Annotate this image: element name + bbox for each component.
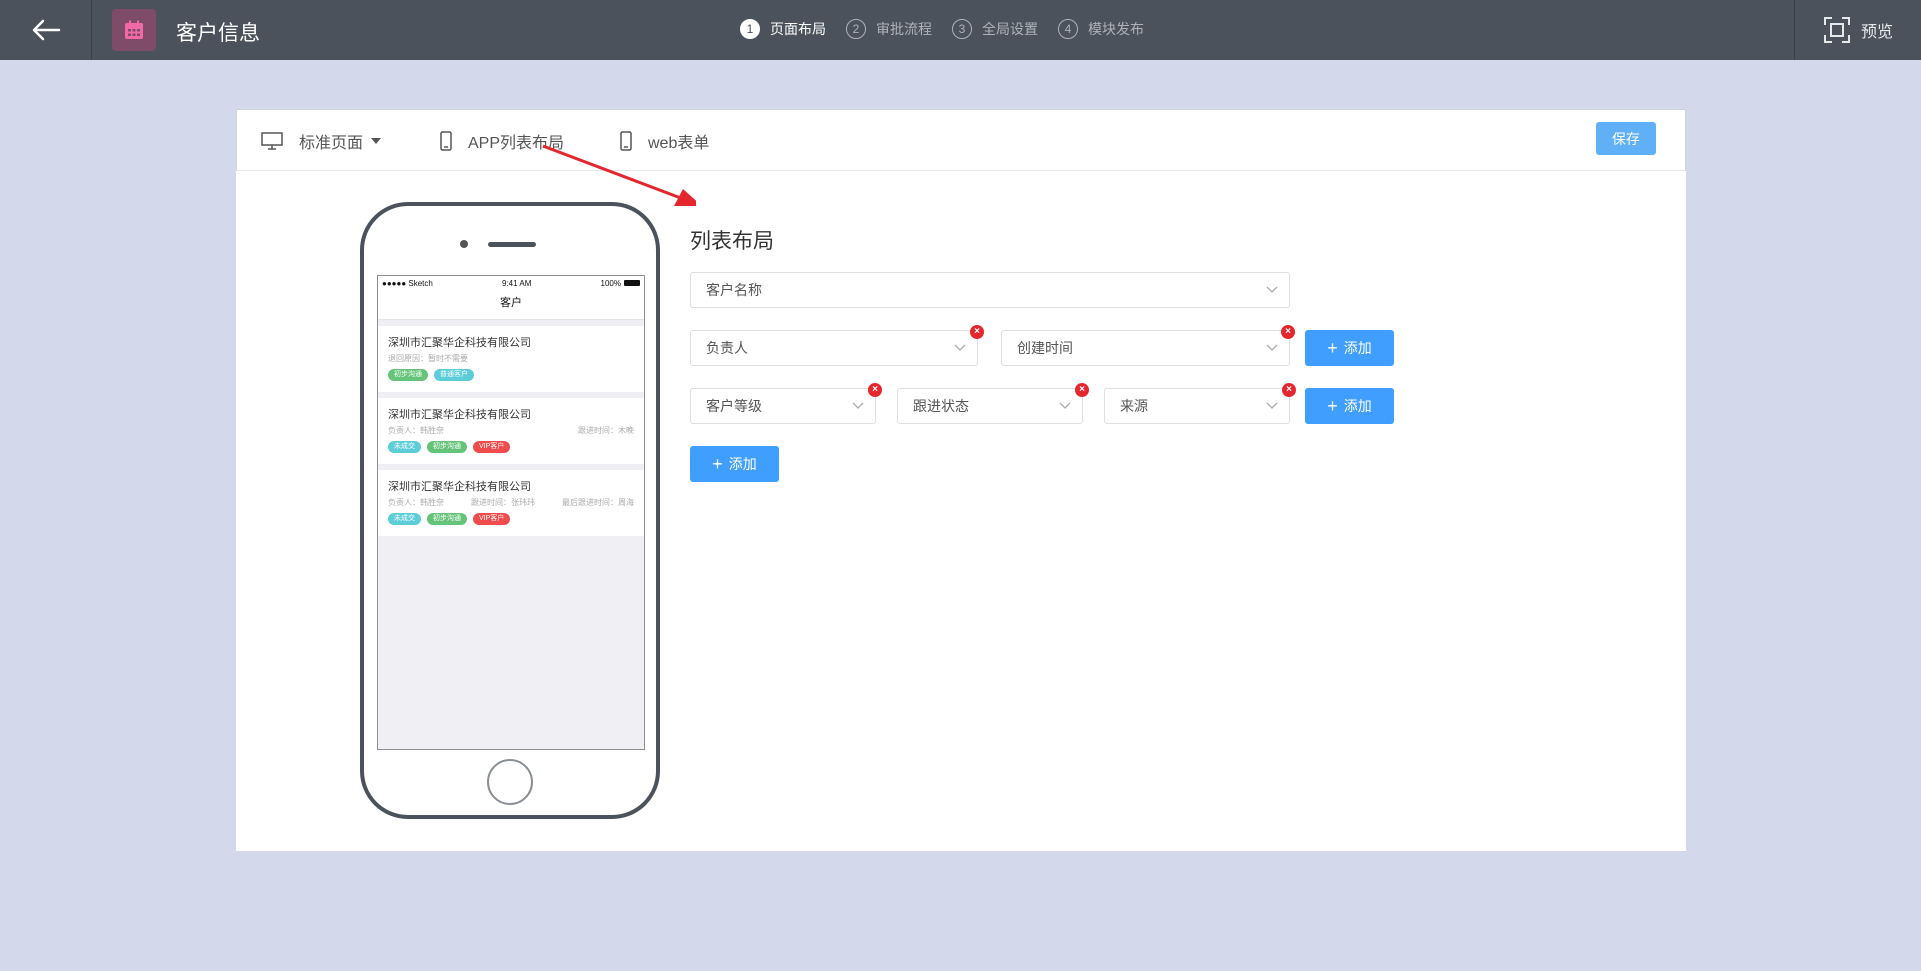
- step-indicator: 1 页面布局 2 审批流程 3 全局设置 4 模块发布: [740, 19, 1164, 39]
- chevron-down-icon: [1266, 344, 1278, 351]
- plus-icon: +: [712, 454, 723, 474]
- preview-button[interactable]: 预览: [1794, 0, 1921, 60]
- add-label: 添加: [728, 456, 757, 472]
- chevron-down-icon: [1266, 402, 1278, 409]
- status-badge: 初步沟通: [427, 513, 467, 525]
- step-label: 全局设置: [982, 21, 1038, 37]
- fullscreen-icon: [1823, 17, 1850, 43]
- page-title: 客户信息: [176, 22, 260, 45]
- editor-panel: 标准页面 APP列表布局 web表单 保存 ●●●●● Sketch 9:41 …: [236, 109, 1686, 851]
- add-label: 添加: [1343, 398, 1372, 414]
- battery-label: 100%: [600, 278, 621, 288]
- phone-camera: [460, 240, 468, 248]
- status-badge: VIP客户: [473, 441, 511, 453]
- field-label: 来源: [1120, 398, 1148, 414]
- chevron-down-icon: [1059, 402, 1071, 409]
- card-title: 深圳市汇聚华企科技有限公司: [388, 337, 531, 349]
- list-item: 深圳市汇聚华企科技有限公司 负责人：韩胜奈 跟进时间：木晚 未成交 初步沟通 V…: [378, 398, 644, 464]
- delete-field-icon[interactable]: ×: [1282, 383, 1296, 397]
- phone-home-button: [487, 759, 533, 805]
- chevron-down-icon: [852, 402, 864, 409]
- step-number: 2: [846, 19, 866, 39]
- field-select-created-time[interactable]: 创建时间: [1001, 330, 1290, 366]
- field-select-customer-level[interactable]: 客户等级: [690, 388, 876, 424]
- signal-label: ●●●●● Sketch: [382, 278, 433, 288]
- meta-left: 退回原因：暂时不需要: [388, 354, 468, 363]
- step-number: 3: [952, 19, 972, 39]
- status-badge: 未成交: [388, 513, 421, 525]
- field-select-follow-status[interactable]: 跟进状态: [897, 388, 1083, 424]
- arrow-left-icon: [32, 19, 60, 41]
- status-time: 9:41 AM: [502, 278, 532, 288]
- field-select-owner[interactable]: 负责人: [690, 330, 978, 366]
- field-select-source[interactable]: 来源: [1104, 388, 1290, 424]
- field-label: 客户名称: [706, 282, 762, 298]
- card-meta: 退回原因：暂时不需要: [388, 353, 634, 364]
- status-badge: 初步沟通: [388, 369, 428, 381]
- field-select-customer-name[interactable]: 客户名称: [690, 272, 1290, 308]
- add-row-button[interactable]: + 添加: [690, 446, 779, 482]
- delete-field-icon[interactable]: ×: [868, 383, 882, 397]
- step-number: 4: [1058, 19, 1078, 39]
- step-number: 1: [740, 19, 760, 39]
- status-badge: VIP客户: [473, 513, 511, 525]
- card-title: 深圳市汇聚华企科技有限公司: [388, 481, 531, 493]
- step-global-settings[interactable]: 3 全局设置: [952, 19, 1038, 39]
- plus-icon: +: [1327, 338, 1338, 358]
- tag-list: 初步沟通 普通客户: [388, 369, 634, 381]
- chevron-down-icon: [954, 344, 966, 351]
- phone-screen: ●●●●● Sketch 9:41 AM 100% 客户 深圳市汇聚华企科技有限…: [377, 275, 645, 750]
- phone-status-bar: ●●●●● Sketch 9:41 AM 100%: [378, 276, 644, 290]
- step-label: 审批流程: [876, 21, 932, 37]
- phone-speaker: [488, 242, 536, 247]
- step-label: 模块发布: [1088, 21, 1144, 37]
- phone-preview: ●●●●● Sketch 9:41 AM 100% 客户 深圳市汇聚华企科技有限…: [360, 202, 660, 819]
- add-field-button[interactable]: + 添加: [1305, 330, 1394, 366]
- step-module-publish[interactable]: 4 模块发布: [1058, 19, 1144, 39]
- chevron-down-icon: [1266, 286, 1278, 293]
- card-title: 深圳市汇聚华企科技有限公司: [388, 409, 531, 421]
- calendar-icon: [112, 9, 156, 51]
- top-bar: 客户信息 1 页面布局 2 审批流程 3 全局设置 4 模块发布 预览: [0, 0, 1921, 60]
- add-field-button[interactable]: + 添加: [1305, 388, 1394, 424]
- meta-right: 跟进时间：木晚: [578, 426, 634, 435]
- field-label: 客户等级: [706, 398, 762, 414]
- delete-field-icon[interactable]: ×: [1281, 325, 1295, 339]
- list-item: 深圳市汇聚华企科技有限公司 负责人：韩胜奈 跟进时间：张玮玮 最后跟进时间：周海…: [378, 470, 644, 536]
- delete-field-icon[interactable]: ×: [1075, 383, 1089, 397]
- meta-left: 负责人：韩胜奈: [388, 498, 444, 507]
- section-title: 列表布局: [690, 230, 774, 253]
- preview-label: 预览: [1860, 24, 1893, 41]
- card-meta: 负责人：韩胜奈 跟进时间：张玮玮 最后跟进时间：周海: [388, 497, 634, 508]
- field-label: 负责人: [706, 340, 748, 356]
- tag-list: 未成交 初步沟通 VIP客户: [388, 513, 634, 525]
- meta-mid: 跟进时间：张玮玮: [471, 498, 535, 507]
- status-badge: 普通客户: [434, 369, 474, 381]
- meta-left: 负责人：韩胜奈: [388, 426, 444, 435]
- card-meta: 负责人：韩胜奈 跟进时间：木晚: [388, 425, 634, 436]
- field-label: 创建时间: [1017, 340, 1073, 356]
- meta-right: 最后跟进时间：周海: [562, 498, 634, 507]
- battery-status: 100%: [601, 279, 640, 288]
- status-badge: 未成交: [388, 441, 421, 453]
- step-page-layout[interactable]: 1 页面布局: [740, 19, 826, 39]
- field-label: 跟进状态: [913, 398, 969, 414]
- delete-field-icon[interactable]: ×: [970, 325, 984, 339]
- list-item: 深圳市汇聚华企科技有限公司 退回原因：暂时不需要 初步沟通 普通客户: [378, 326, 644, 392]
- add-label: 添加: [1343, 340, 1372, 356]
- phone-nav-title: 客户: [378, 290, 644, 320]
- step-approval-flow[interactable]: 2 审批流程: [846, 19, 932, 39]
- step-label: 页面布局: [770, 21, 826, 37]
- plus-icon: +: [1327, 396, 1338, 416]
- battery-icon: [623, 280, 640, 286]
- status-badge: 初步沟通: [427, 441, 467, 453]
- back-button[interactable]: [0, 0, 92, 60]
- save-button[interactable]: 保存: [1596, 122, 1656, 155]
- tag-list: 未成交 初步沟通 VIP客户: [388, 441, 634, 453]
